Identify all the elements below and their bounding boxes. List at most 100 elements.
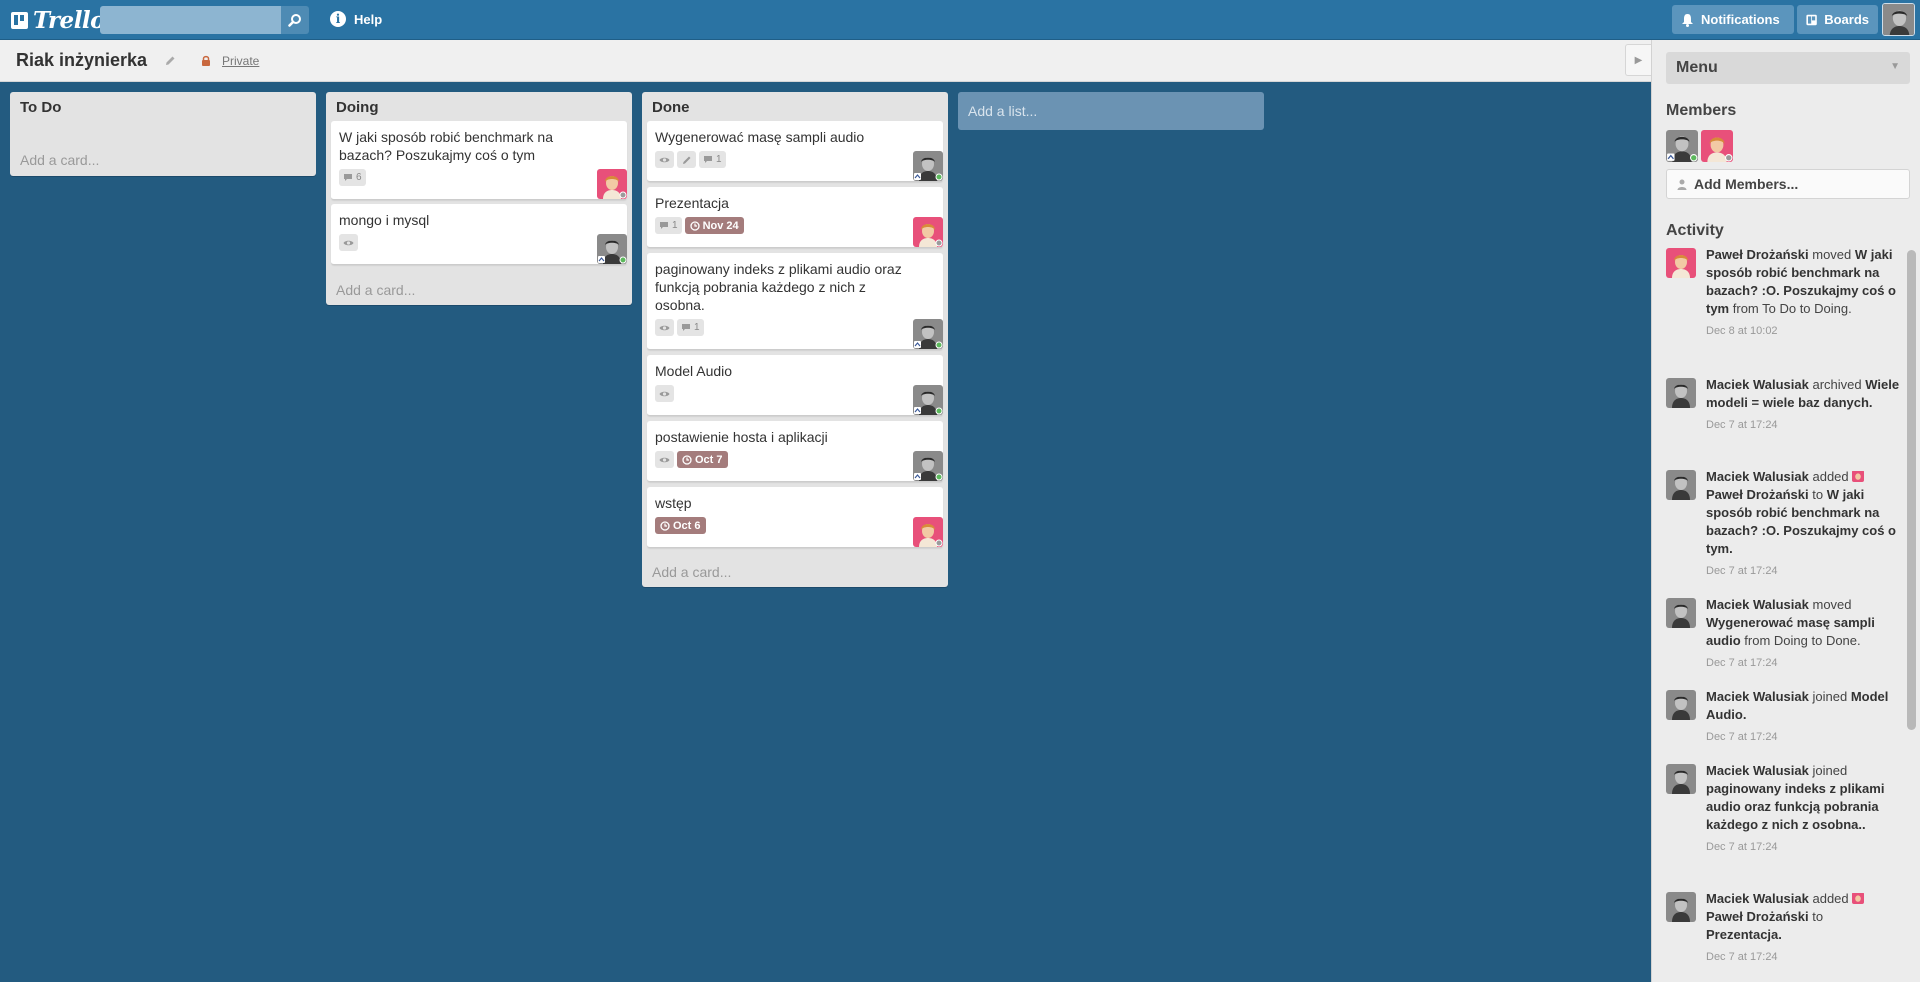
activity-verb: joined bbox=[1812, 689, 1848, 704]
activity-scrollbar[interactable] bbox=[1907, 250, 1916, 730]
activity-rest: from Doing to Done. bbox=[1744, 633, 1861, 648]
card-member-avatar[interactable] bbox=[913, 319, 943, 349]
help-button[interactable]: i Help bbox=[330, 11, 382, 27]
activity-date[interactable]: Dec 7 at 17:24 bbox=[1706, 728, 1902, 746]
list-doing[interactable]: Doing W jaki sposób robić benchmark na b… bbox=[326, 92, 632, 305]
activity-avatar[interactable] bbox=[1666, 470, 1696, 500]
activity-object[interactable]: Paweł Drożański bbox=[1706, 909, 1809, 924]
member-avatar-maciek[interactable] bbox=[1666, 130, 1698, 162]
activity-avatar[interactable] bbox=[1666, 892, 1696, 922]
activity-date[interactable]: Dec 7 at 17:24 bbox=[1706, 416, 1902, 434]
activity-object[interactable]: Paweł Drożański bbox=[1706, 487, 1809, 502]
activity-text: Maciek Walusiak added Paweł Drożański to… bbox=[1706, 468, 1902, 580]
list-done[interactable]: Done Wygenerować masę sampli audio 1 Pre… bbox=[642, 92, 948, 587]
card[interactable]: paginowany indeks z plikami audio oraz f… bbox=[647, 253, 943, 350]
maciek-avatar-image bbox=[1666, 764, 1696, 794]
activity-user[interactable]: Paweł Drożański bbox=[1706, 248, 1809, 262]
comment-icon bbox=[344, 174, 352, 181]
card[interactable]: Model Audio bbox=[647, 355, 943, 416]
card-member-avatar[interactable] bbox=[913, 517, 943, 547]
activity-user[interactable]: Maciek Walusiak bbox=[1706, 689, 1809, 704]
pawel-mini-avatar bbox=[1852, 470, 1865, 482]
comments-count: 1 bbox=[694, 322, 700, 333]
bell-icon bbox=[1682, 13, 1693, 27]
pawel-avatar-image bbox=[913, 517, 943, 547]
card[interactable]: mongo i mysql bbox=[331, 204, 627, 265]
card-member-avatar[interactable] bbox=[913, 151, 943, 181]
add-card-link[interactable]: Add a card... bbox=[336, 282, 415, 298]
card-member-avatar[interactable] bbox=[913, 217, 943, 247]
trello-logo[interactable]: Trello bbox=[11, 7, 106, 34]
pencil-icon[interactable] bbox=[165, 55, 176, 66]
activity-avatar[interactable] bbox=[1666, 598, 1696, 628]
watch-badge bbox=[655, 451, 674, 468]
maciek-avatar-image bbox=[913, 385, 943, 415]
activity-verb: archived bbox=[1812, 377, 1862, 392]
activity-user[interactable]: Maciek Walusiak bbox=[1706, 377, 1809, 392]
list-title[interactable]: Doing bbox=[336, 99, 379, 116]
activity-date[interactable]: Dec 7 at 17:24 bbox=[1706, 838, 1902, 856]
collapse-sidebar-button[interactable]: ▶ bbox=[1625, 44, 1651, 76]
activity-user[interactable]: Maciek Walusiak bbox=[1706, 597, 1809, 612]
pawel-avatar-image bbox=[1852, 471, 1865, 482]
eye-icon bbox=[343, 240, 354, 245]
card-member-avatar[interactable] bbox=[913, 385, 943, 415]
search-input[interactable] bbox=[100, 6, 281, 34]
member-avatar-pawel[interactable] bbox=[1701, 130, 1733, 162]
visibility-link[interactable]: Private bbox=[222, 54, 259, 68]
list-to-do[interactable]: To Do Add a card... bbox=[10, 92, 316, 176]
boards-button[interactable]: Boards bbox=[1797, 5, 1878, 34]
maciek-avatar-image bbox=[913, 151, 943, 181]
activity-date[interactable]: Dec 8 at 10:02 bbox=[1706, 322, 1902, 340]
card[interactable]: wstęp Oct 6 bbox=[647, 487, 943, 548]
activity-avatar[interactable] bbox=[1666, 690, 1696, 720]
maciek-avatar-image bbox=[1666, 378, 1696, 408]
activity-avatar[interactable] bbox=[1666, 764, 1696, 794]
add-card-link[interactable]: Add a card... bbox=[652, 564, 731, 580]
card-title: Prezentacja bbox=[655, 195, 729, 211]
card[interactable]: W jaki sposób robić benchmark na bazach?… bbox=[331, 121, 627, 200]
notifications-button[interactable]: Notifications bbox=[1672, 5, 1794, 34]
menu-button[interactable]: Menu ▼ bbox=[1666, 52, 1910, 84]
activity-user[interactable]: Maciek Walusiak bbox=[1706, 469, 1809, 484]
activity-date[interactable]: Dec 7 at 17:24 bbox=[1706, 562, 1902, 580]
add-card-link[interactable]: Add a card... bbox=[20, 152, 99, 168]
activity-avatar[interactable] bbox=[1666, 378, 1696, 408]
activity-user[interactable]: Maciek Walusiak bbox=[1706, 891, 1809, 906]
due-date: Oct 7 bbox=[695, 453, 723, 466]
search-button[interactable] bbox=[281, 6, 309, 34]
board-title[interactable]: Riak inżynierka bbox=[16, 50, 147, 71]
add-members-button[interactable]: Add Members... bbox=[1666, 169, 1910, 199]
activity-avatar[interactable] bbox=[1666, 248, 1696, 278]
trello-logo-icon bbox=[11, 11, 28, 29]
list-title[interactable]: Done bbox=[652, 99, 690, 116]
activity-date[interactable]: Dec 7 at 17:24 bbox=[1706, 948, 1902, 966]
activity-target[interactable]: paginowany indeks z plikami audio oraz f… bbox=[1706, 781, 1884, 832]
chevron-down-icon: ▼ bbox=[1890, 61, 1900, 72]
watch-badge bbox=[655, 151, 674, 168]
activity-verb: joined bbox=[1812, 763, 1848, 778]
pawel-avatar-image bbox=[597, 169, 627, 199]
eye-icon bbox=[659, 391, 670, 396]
top-bar: Trello i Help Notifications Boards bbox=[0, 0, 1920, 40]
maciek-avatar-image bbox=[1666, 130, 1698, 162]
card[interactable]: postawienie hosta i aplikacji Oct 7 bbox=[647, 421, 943, 482]
card-member-avatar[interactable] bbox=[597, 234, 627, 264]
help-label: Help bbox=[354, 11, 383, 27]
card-member-avatar[interactable] bbox=[597, 169, 627, 199]
activity-date[interactable]: Dec 7 at 17:24 bbox=[1706, 654, 1902, 672]
add-list-button[interactable]: Add a list... bbox=[958, 92, 1264, 130]
activity-feed[interactable]: Paweł Drożański moved W jaki sposób robi… bbox=[1666, 248, 1902, 982]
list-title[interactable]: To Do bbox=[20, 99, 61, 116]
eye-icon bbox=[659, 457, 670, 462]
card-member-avatar[interactable] bbox=[913, 451, 943, 481]
comments-badge: 1 bbox=[655, 217, 682, 234]
pawel-avatar-image bbox=[1701, 130, 1733, 162]
card[interactable]: Prezentacja 1 Nov 24 bbox=[647, 187, 943, 248]
activity-text: Maciek Walusiak archived Wiele modeli = … bbox=[1706, 376, 1902, 434]
activity-user[interactable]: Maciek Walusiak bbox=[1706, 763, 1809, 778]
activity-target[interactable]: Prezentacja. bbox=[1706, 927, 1782, 942]
person-icon bbox=[1677, 179, 1687, 190]
user-avatar[interactable] bbox=[1882, 3, 1915, 36]
card[interactable]: Wygenerować masę sampli audio 1 bbox=[647, 121, 943, 182]
